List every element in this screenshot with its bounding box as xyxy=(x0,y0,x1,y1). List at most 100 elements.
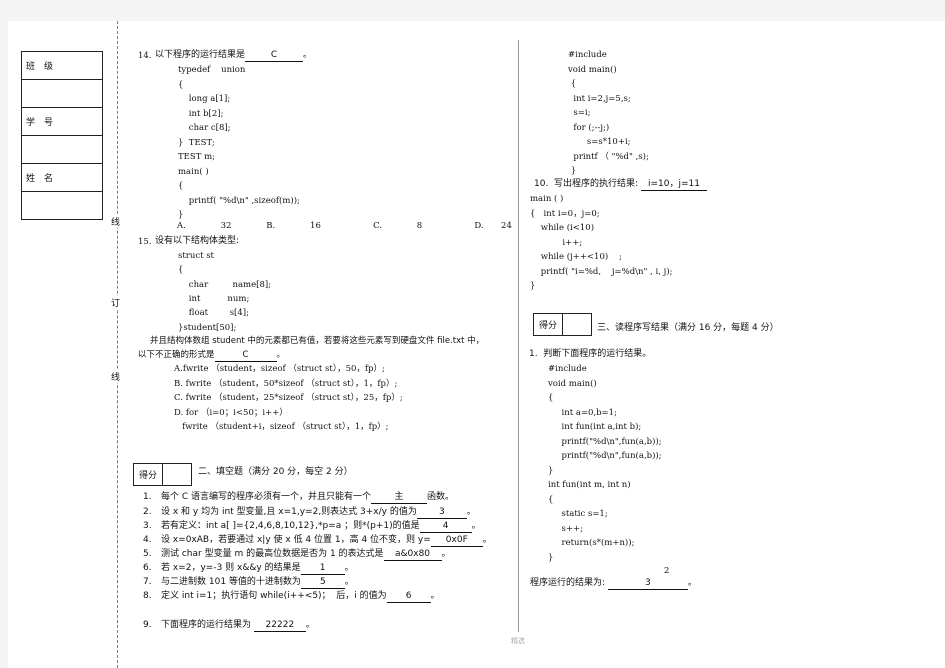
name-label: 姓 名 xyxy=(21,163,103,192)
item-text: 若 x=2，y=-3 则 x&&y 的结果是 xyxy=(161,563,301,573)
q14-option-b: B. 16 xyxy=(266,221,321,231)
item-answer[interactable]: 4 xyxy=(419,521,472,533)
item-text: 与二进制数 101 等值的十进制数为 xyxy=(161,577,301,587)
code-line: main ( ) xyxy=(530,194,564,204)
student-id-field[interactable] xyxy=(21,135,103,164)
binding-line xyxy=(117,21,118,668)
q10-answer[interactable]: i=10，j=11 xyxy=(640,179,707,191)
q14-number: 14. xyxy=(138,51,152,61)
name-field[interactable] xyxy=(21,191,103,220)
item-end: 。 xyxy=(344,563,354,573)
section2-title: 二、填空题（满分 20 分，每空 2 分） xyxy=(198,467,353,477)
q14-text: 以下程序的运行结果是 xyxy=(155,50,246,60)
q15-desc2-line: 以下不正确的形式是 C。 xyxy=(138,350,285,362)
item-answer[interactable]: 1 xyxy=(300,563,345,575)
q15-option: D. for （i=0；i<50；i++） xyxy=(174,407,288,418)
item-number: 9. xyxy=(143,620,152,630)
code-line: { xyxy=(178,79,184,90)
result-line: 程序运行的结果为: 3。 xyxy=(530,578,697,590)
section3-score-box: 得分 xyxy=(533,313,592,336)
item-text: 定义 int i=1；执行语句 while(i++<5)； 后，i 的值为 xyxy=(161,591,387,601)
code-line: int i=2,j=5,s; xyxy=(568,93,631,104)
code-line: #include xyxy=(568,50,607,60)
result-end: 。 xyxy=(687,578,697,588)
q10-question: 10. 写出程序的执行结果: i=10，j=11 xyxy=(534,179,707,191)
code-line: typedef union xyxy=(178,65,246,75)
item-text: 若有定义：int a[ ]={2,4,6,8,10,12},*p=a ；则*(p… xyxy=(161,521,420,531)
item-answer[interactable]: a&0x80 xyxy=(383,549,442,561)
item-answer[interactable]: 主 xyxy=(371,492,428,504)
code-line: int a=0,b=1; xyxy=(548,407,617,418)
item-end: 。 xyxy=(441,549,451,559)
q14-end: 。 xyxy=(303,50,313,60)
fill-blank-item: 7. 与二进制数 101 等值的十进制数为 5。 xyxy=(143,577,354,589)
code-line: int fun(int m, int n) xyxy=(548,480,631,490)
code-line: } xyxy=(548,552,554,563)
code-line: { xyxy=(548,393,554,403)
binding-char-1: 线 xyxy=(111,215,121,228)
code-line: TEST m; xyxy=(178,152,215,162)
item-text: 设 x 和 y 均为 int 型变量,且 x=1,y=2,则表达式 3+x/y … xyxy=(161,507,417,517)
item-number: 2. xyxy=(143,507,152,517)
code-line: { xyxy=(548,494,554,505)
item-answer[interactable]: 0x0F xyxy=(430,535,483,547)
q14-question: 以下程序的运行结果是 C。 xyxy=(155,50,312,62)
code-line: printf( "i=%d, j=%d\n" , i, j); xyxy=(530,266,673,277)
item-end: 。 xyxy=(430,591,440,601)
code-line: }student[50]; xyxy=(178,322,237,333)
code-line: int fun(int a,int b); xyxy=(548,422,642,432)
item-end: 。 xyxy=(482,535,492,545)
q10-text: 10. 写出程序的执行结果: xyxy=(534,179,639,189)
item-answer[interactable]: 3 xyxy=(416,507,467,519)
section3-score-label: 得分 xyxy=(534,314,563,335)
item-answer[interactable]: 22222 xyxy=(253,620,306,632)
q15-desc2: 以下不正确的形式是 xyxy=(138,350,215,360)
q15-option: fwrite （student+i，sizeof （struct st），1，f… xyxy=(174,422,389,432)
q15-number: 15. xyxy=(138,237,152,247)
column-divider xyxy=(518,40,519,632)
item-number: 3. xyxy=(143,521,152,531)
code-line: while (j++<10) ; xyxy=(530,252,622,262)
class-label: 班 级 xyxy=(21,51,103,80)
q15-answer[interactable]: C xyxy=(214,350,277,362)
item-end: 。 xyxy=(344,577,354,587)
code-line: float s[4]; xyxy=(178,308,249,319)
binding-char-2: 订 xyxy=(111,296,121,309)
code-line: main( ) xyxy=(178,166,209,177)
result-answer[interactable]: 3 xyxy=(607,578,688,590)
code-line: s=i; xyxy=(568,108,591,118)
item-answer[interactable]: 5 xyxy=(300,577,345,589)
q14-answer[interactable]: C xyxy=(245,50,304,62)
item-end: 。 xyxy=(471,521,481,531)
section2-score-box: 得分 xyxy=(133,463,192,486)
student-info-table: 班 级 学 号 姓 名 xyxy=(21,51,103,220)
code-line: long a[1]; xyxy=(178,94,231,104)
code-line: printf( "%d\n" ,sizeof(m)); xyxy=(178,195,300,206)
fill-blank-item: 9. 下面程序的运行结果为 22222。 xyxy=(143,620,315,632)
item-number: 1. xyxy=(143,492,152,502)
binding-char-3: 线 xyxy=(111,370,121,383)
q15-desc1: 并且结构体数组 student 中的元素都已有值，若要将这些元素写到硬盘文件 f… xyxy=(150,336,485,346)
code-line: } xyxy=(568,166,577,176)
code-line: } xyxy=(178,210,184,220)
code-line: void main() xyxy=(568,64,617,75)
footer-text: 精选 xyxy=(511,637,525,645)
fill-blank-item: 6. 若 x=2，y=-3 则 x&&y 的结果是 1。 xyxy=(143,563,354,575)
item-text: 下面程序的运行结果为 xyxy=(161,620,254,630)
result-label: 程序运行的结果为: xyxy=(530,578,606,588)
code-line: static s=1; xyxy=(548,509,608,519)
fill-blank-item: 5. 测试 char 型变量 m 的最高位数据是否为 1 的表达式是 a&0x80。 xyxy=(143,549,451,561)
code-line: int num; xyxy=(178,293,250,304)
item-end: 。 xyxy=(305,620,315,630)
fill-blank-item: 2. 设 x 和 y 均为 int 型变量,且 x=1,y=2,则表达式 3+x/… xyxy=(143,507,476,519)
section3-score-field[interactable] xyxy=(563,314,591,335)
class-field[interactable] xyxy=(21,79,103,108)
code-line: { xyxy=(178,265,184,276)
item-answer[interactable]: 6 xyxy=(386,591,431,603)
code-line: char name[8]; xyxy=(178,279,272,290)
section2-score-field[interactable] xyxy=(163,464,191,485)
q15-option: B. fwrite （student，50*sizeof （struct st）… xyxy=(174,378,398,389)
code-line: return(s*(m+n)); xyxy=(548,538,635,548)
item-text: 设 x=0xAB，若要通过 x|y 使 x 低 4 位置 1，高 4 位不变，则… xyxy=(161,535,431,545)
code-line: } xyxy=(530,281,536,291)
